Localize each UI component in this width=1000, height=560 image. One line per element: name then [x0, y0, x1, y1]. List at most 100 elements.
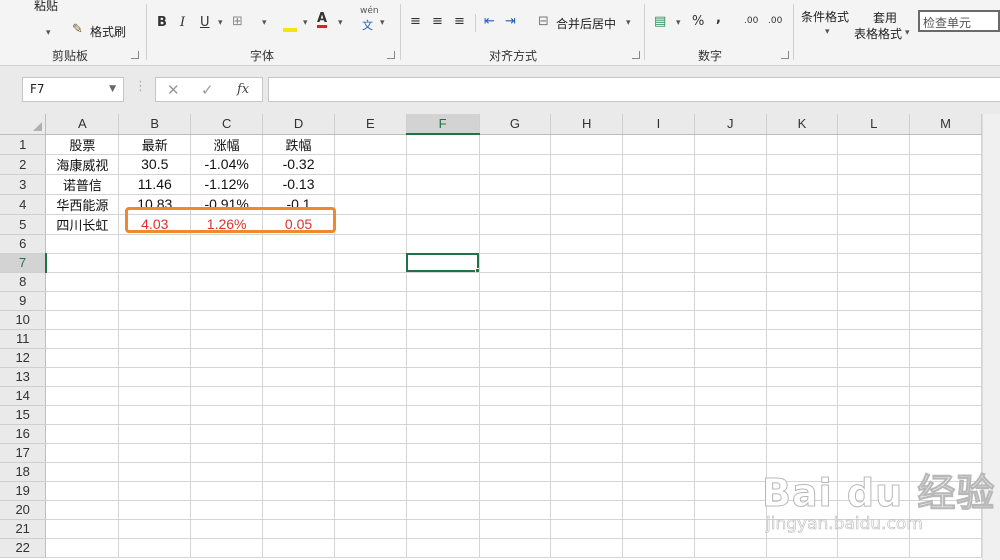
cell-g20[interactable]	[479, 500, 552, 520]
cell-b16[interactable]	[118, 424, 192, 444]
cell-k7[interactable]	[766, 253, 839, 273]
cell-k21[interactable]	[766, 519, 839, 539]
phonetic-icon[interactable]: wén	[360, 6, 379, 16]
cell-l14[interactable]	[837, 386, 911, 406]
cell-g12[interactable]	[479, 348, 552, 368]
cell-m19[interactable]	[909, 481, 982, 501]
cell-g21[interactable]	[479, 519, 552, 539]
cell-a10[interactable]	[45, 310, 120, 330]
cell-d8[interactable]	[262, 272, 335, 292]
cell-f19[interactable]	[406, 481, 480, 501]
cell-e6[interactable]	[334, 234, 407, 254]
cell-c12[interactable]	[190, 348, 264, 368]
cell-a14[interactable]	[45, 386, 120, 406]
cell-i4[interactable]	[622, 194, 695, 215]
cell-b18[interactable]	[118, 462, 192, 482]
cell-e7[interactable]	[334, 253, 407, 273]
cell-l9[interactable]	[837, 291, 911, 311]
cell-l5[interactable]	[837, 214, 911, 235]
cell-c10[interactable]	[190, 310, 264, 330]
cell-m22[interactable]	[909, 538, 982, 558]
cell-d4[interactable]: -0.1	[262, 194, 335, 215]
cell-c2[interactable]: -1.04%	[190, 154, 264, 175]
cell-b1[interactable]: 最新	[118, 134, 192, 155]
cell-b11[interactable]	[118, 329, 192, 349]
cell-k19[interactable]	[766, 481, 839, 501]
cell-g5[interactable]	[479, 214, 552, 235]
bold-button[interactable]: B	[157, 15, 167, 30]
cell-h20[interactable]	[550, 500, 624, 520]
cell-e13[interactable]	[334, 367, 407, 387]
cell-styles-item[interactable]: 检查单元	[923, 14, 971, 30]
cell-h1[interactable]	[550, 134, 624, 155]
cell-d17[interactable]	[262, 443, 335, 463]
cell-k2[interactable]	[766, 154, 839, 175]
cell-b13[interactable]	[118, 367, 192, 387]
cell-k18[interactable]	[766, 462, 839, 482]
row-header-12[interactable]: 12	[0, 348, 47, 368]
cell-l15[interactable]	[837, 405, 911, 425]
font-color-dropdown-icon[interactable]: ▾	[338, 18, 343, 28]
cell-d18[interactable]	[262, 462, 335, 482]
cell-l21[interactable]	[837, 519, 911, 539]
cell-l13[interactable]	[837, 367, 911, 387]
align-center-icon[interactable]: ≡	[432, 14, 443, 29]
cell-e14[interactable]	[334, 386, 407, 406]
accounting-format-icon[interactable]: ▤	[654, 14, 666, 29]
row-header-1[interactable]: 1	[0, 134, 47, 155]
cell-m9[interactable]	[909, 291, 982, 311]
cell-c21[interactable]	[190, 519, 264, 539]
column-header-c[interactable]: C	[190, 114, 264, 135]
cell-c22[interactable]	[190, 538, 264, 558]
cell-a15[interactable]	[45, 405, 120, 425]
cell-f12[interactable]	[406, 348, 480, 368]
cell-a19[interactable]	[45, 481, 120, 501]
cell-i15[interactable]	[622, 405, 695, 425]
cell-a16[interactable]	[45, 424, 120, 444]
cell-a4[interactable]: 华西能源	[45, 194, 120, 215]
cell-i6[interactable]	[622, 234, 695, 254]
cell-a3[interactable]: 诺普信	[45, 174, 120, 195]
cell-j8[interactable]	[694, 272, 767, 292]
name-box[interactable]: F7 ▼	[22, 77, 124, 102]
cell-i2[interactable]	[622, 154, 695, 175]
cell-a8[interactable]	[45, 272, 120, 292]
align-right-icon[interactable]: ≡	[454, 14, 465, 29]
cell-b15[interactable]	[118, 405, 192, 425]
cell-g10[interactable]	[479, 310, 552, 330]
cell-f16[interactable]	[406, 424, 480, 444]
cell-m7[interactable]	[909, 253, 982, 273]
cell-j17[interactable]	[694, 443, 767, 463]
row-header-19[interactable]: 19	[0, 481, 47, 501]
paste-button[interactable]: 粘贴	[34, 0, 58, 14]
paste-dropdown-icon[interactable]: ▾	[46, 28, 51, 38]
conditional-format-dropdown-icon[interactable]: ▾	[825, 27, 830, 37]
cell-m8[interactable]	[909, 272, 982, 292]
cell-i21[interactable]	[622, 519, 695, 539]
row-header-22[interactable]: 22	[0, 538, 47, 558]
cell-g14[interactable]	[479, 386, 552, 406]
cell-k5[interactable]	[766, 214, 839, 235]
cell-c3[interactable]: -1.12%	[190, 174, 264, 195]
cell-c11[interactable]	[190, 329, 264, 349]
formula-input[interactable]	[268, 77, 1000, 102]
cell-j5[interactable]	[694, 214, 767, 235]
font-launcher-icon[interactable]	[387, 51, 395, 59]
column-header-k[interactable]: K	[766, 114, 839, 135]
cell-l4[interactable]	[837, 194, 911, 215]
row-header-18[interactable]: 18	[0, 462, 47, 482]
column-header-d[interactable]: D	[262, 114, 335, 135]
cell-b2[interactable]: 30.5	[118, 154, 192, 175]
cell-b8[interactable]	[118, 272, 192, 292]
row-header-21[interactable]: 21	[0, 519, 47, 539]
align-left-icon[interactable]: ≡	[410, 14, 421, 29]
column-header-l[interactable]: L	[837, 114, 911, 135]
decrease-decimal-button[interactable]: .00	[768, 16, 782, 26]
merge-dropdown-icon[interactable]: ▾	[626, 18, 631, 28]
row-header-8[interactable]: 8	[0, 272, 47, 292]
cell-j11[interactable]	[694, 329, 767, 349]
cell-h12[interactable]	[550, 348, 624, 368]
number-launcher-icon[interactable]	[781, 51, 789, 59]
cell-j4[interactable]	[694, 194, 767, 215]
row-header-20[interactable]: 20	[0, 500, 47, 520]
